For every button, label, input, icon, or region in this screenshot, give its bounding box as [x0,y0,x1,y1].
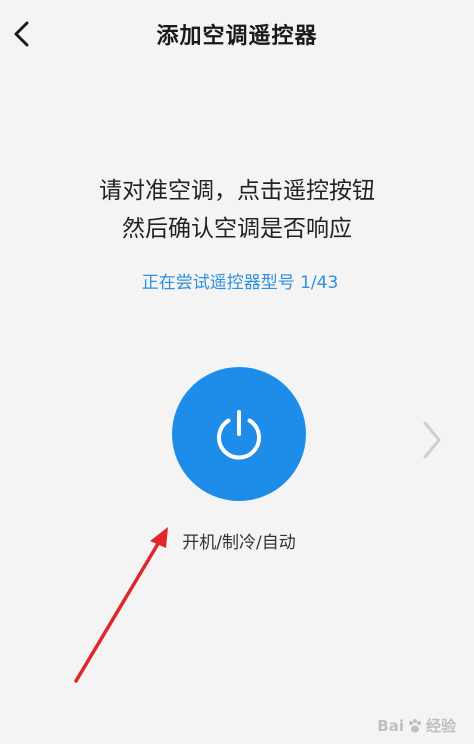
power-icon [217,410,261,460]
screen: 添加空调遥控器 请对准空调，点击遥控按钮 然后确认空调是否响应 正在尝试遥控器型… [0,0,474,744]
instruction-line-1: 请对准空调，点击遥控按钮 [99,178,375,204]
watermark-suffix: 经验 [425,717,456,735]
chevron-right-icon [423,421,441,459]
next-model-button[interactable] [418,418,446,462]
watermark: Bai 经验 [377,715,456,736]
watermark-brand: Bai [377,716,404,735]
instruction-line-2: 然后确认空调是否响应 [122,216,352,242]
power-button-label: 开机/制冷/自动 [182,533,296,553]
page-title: 添加空调遥控器 [156,24,318,49]
model-status-text: 正在尝试遥控器型号 1/43 [141,273,339,293]
header: 添加空调遥控器 [0,0,474,70]
instruction-text: 请对准空调，点击遥控按钮 然后确认空调是否响应 [0,172,474,248]
paw-icon [408,718,421,732]
power-button[interactable] [172,367,306,501]
